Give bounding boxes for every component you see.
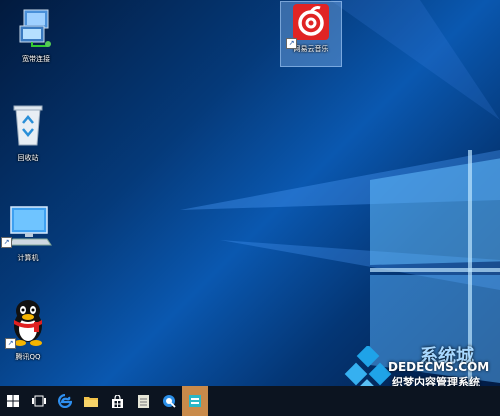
active-app-button[interactable] bbox=[182, 386, 208, 416]
watermark-site: DEDECMS.COM bbox=[388, 360, 490, 374]
netease-music-shortcut[interactable]: ↗ 网易云音乐 bbox=[280, 1, 342, 67]
qq-browser-button[interactable] bbox=[156, 386, 182, 416]
recycle-bin[interactable]: 回收站 bbox=[0, 103, 60, 163]
shortcut-arrow-icon: ↗ bbox=[1, 237, 12, 248]
icon-label: 计算机 bbox=[17, 254, 39, 262]
broadband-connection-shortcut[interactable]: 宽带连接 bbox=[4, 8, 68, 64]
notepad-icon bbox=[137, 395, 149, 408]
task-view-button[interactable] bbox=[26, 386, 52, 416]
taskbar bbox=[0, 386, 500, 416]
start-button[interactable] bbox=[0, 386, 26, 416]
watermark-cn: 织梦内容管理系统 bbox=[392, 376, 480, 386]
notepad-button[interactable] bbox=[130, 386, 156, 416]
edge-button[interactable] bbox=[52, 386, 78, 416]
active-app-icon bbox=[189, 395, 201, 407]
netease-music-icon bbox=[293, 4, 329, 40]
store-icon bbox=[111, 394, 123, 408]
icon-label: 回收站 bbox=[17, 154, 39, 162]
edge-icon bbox=[58, 394, 72, 408]
computer-shortcut[interactable]: ↗ 计算机 bbox=[0, 203, 60, 263]
icon-label: 腾讯QQ bbox=[15, 353, 41, 361]
shortcut-arrow-icon: ↗ bbox=[5, 338, 16, 349]
network-connection-icon bbox=[19, 9, 51, 47]
qq-browser-icon bbox=[163, 395, 176, 408]
icon-label: 宽带连接 bbox=[22, 55, 50, 63]
store-button[interactable] bbox=[104, 386, 130, 416]
qq-shortcut[interactable]: ↗ 腾讯QQ bbox=[0, 298, 60, 362]
desktop: 宽带连接 ↗ 网易云音乐 回收站 ↗ 计算机 ↗ 腾讯QQ 系统城 DEDECM… bbox=[0, 0, 500, 386]
shortcut-arrow-icon: ↗ bbox=[286, 38, 297, 49]
file-explorer-icon bbox=[84, 397, 98, 407]
recycle-bin-icon bbox=[13, 105, 43, 146]
file-explorer-button[interactable] bbox=[78, 386, 104, 416]
start-icon bbox=[7, 395, 19, 407]
task-view-icon bbox=[32, 395, 46, 407]
